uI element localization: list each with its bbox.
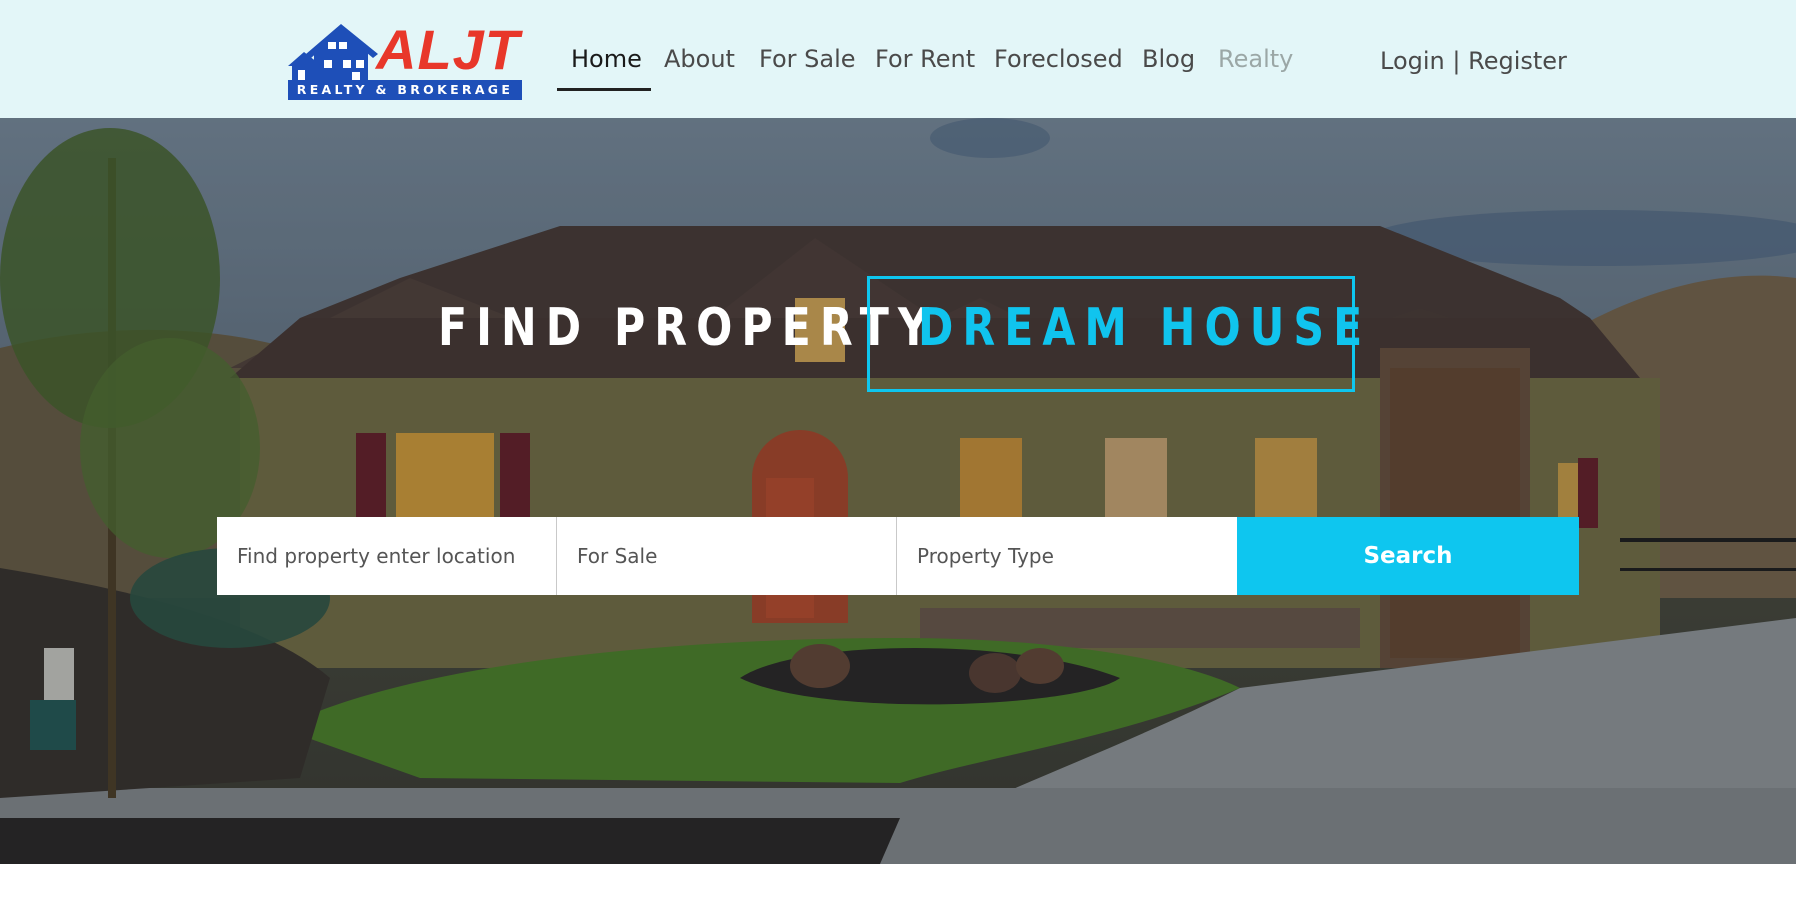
nav-realty[interactable]: Realty [1218,40,1293,78]
hero-banner: FIND PROPERTY DREAM HOUSE Find property … [0,118,1796,864]
listing-status-select[interactable]: For Sale [557,517,897,595]
headline-find-property: FIND PROPERTY [438,298,938,358]
location-input[interactable]: Find property enter location [217,517,557,595]
search-button[interactable]: Search [1237,517,1579,595]
nav-home[interactable]: Home [571,40,642,78]
brand-name: ALJT [376,18,520,81]
site-header: ALJT REALTY & BROKERAGE Home About For S… [0,0,1796,118]
brand-tagline: REALTY & BROKERAGE [288,80,522,100]
nav-for-sale[interactable]: For Sale [759,40,856,78]
login-register-link[interactable]: Login | Register [1380,42,1567,80]
brand-logo[interactable]: ALJT REALTY & BROKERAGE [288,18,522,100]
headline-dream-house: DREAM HOUSE [918,298,1372,358]
nav-active-underline [557,88,651,91]
hero-dim-overlay [0,118,1796,864]
nav-for-rent[interactable]: For Rent [875,40,975,78]
property-type-select[interactable]: Property Type [897,517,1237,595]
nav-foreclosed[interactable]: Foreclosed [994,40,1123,78]
nav-about[interactable]: About [664,40,735,78]
nav-blog[interactable]: Blog [1142,40,1195,78]
property-search-bar: Find property enter location For Sale Pr… [217,517,1579,595]
